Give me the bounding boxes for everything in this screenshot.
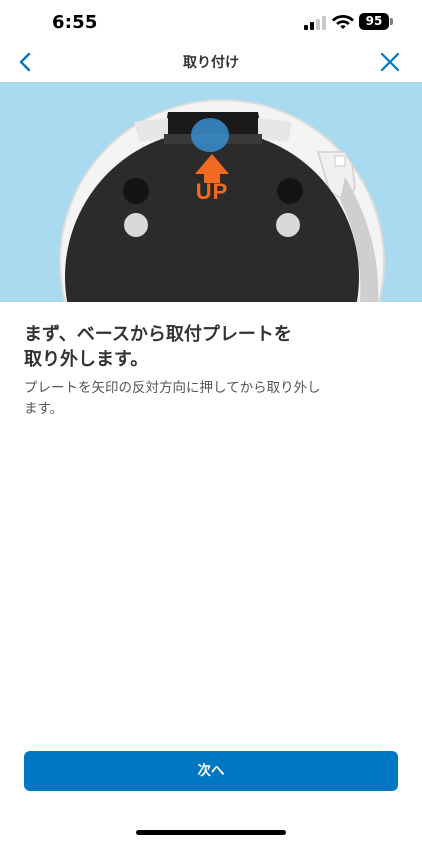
mounting-plate-illustration: UP xyxy=(0,82,422,302)
heading-line-2: 取り外します。 xyxy=(24,349,149,370)
status-time: 6:55 xyxy=(52,12,98,33)
body-line-2: ます。 xyxy=(24,401,64,417)
status-bar: 6:55 95 xyxy=(0,0,422,46)
battery-cap xyxy=(390,18,393,25)
body-line-1: プレートを矢印の反対方向に押してから取り外し xyxy=(24,380,321,396)
next-button[interactable]: 次へ xyxy=(24,751,398,791)
chevron-left-icon[interactable] xyxy=(14,50,38,74)
wifi-icon xyxy=(332,15,354,29)
instruction-heading: まず、ベースから取付プレートを 取り外します。 xyxy=(24,322,396,372)
up-arrow-label: UP xyxy=(195,179,229,204)
home-indicator[interactable] xyxy=(136,830,286,835)
nav-bar: 取り付け xyxy=(0,44,422,82)
instruction-body: プレートを矢印の反対方向に押してから取り外し ます。 xyxy=(24,378,398,420)
page-title: 取り付け xyxy=(183,55,239,71)
battery-indicator: 95 xyxy=(359,13,389,30)
heading-line-1: まず、ベースから取付プレートを xyxy=(24,324,292,345)
cellular-signal-icon xyxy=(304,14,326,30)
close-icon[interactable] xyxy=(378,50,402,74)
latch-indicator xyxy=(191,118,229,152)
